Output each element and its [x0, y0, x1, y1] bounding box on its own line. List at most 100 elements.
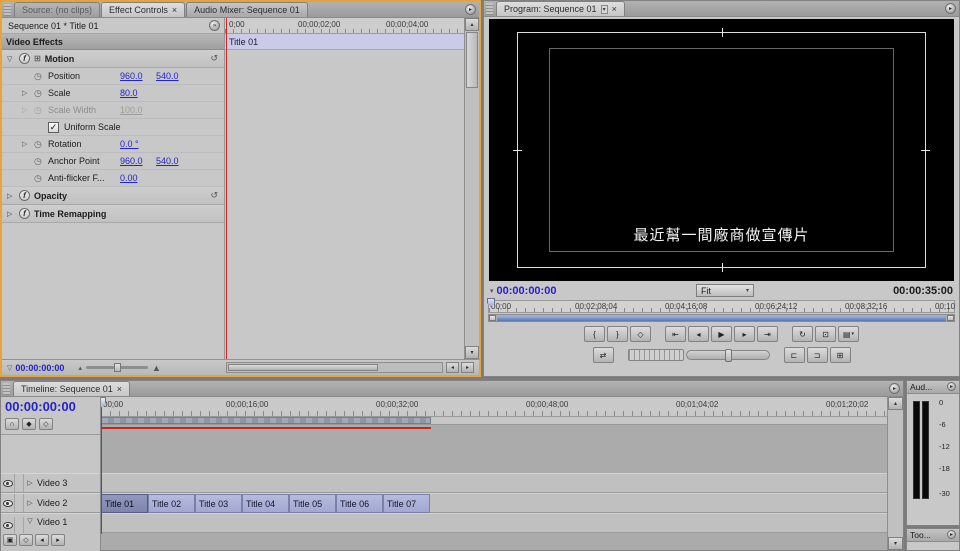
step-back-button[interactable]: ◂ — [688, 326, 709, 342]
timeline-clip[interactable]: Title 01 — [101, 494, 148, 513]
rotation-value[interactable]: 0.0 ° — [120, 139, 148, 149]
show-hide-timeline-view-button[interactable]: » — [209, 20, 220, 31]
track-lane-video1[interactable] — [101, 513, 887, 533]
audio-meters-tab[interactable]: Aud... ▸ — [907, 381, 959, 394]
timeline-clip[interactable]: Title 05 — [289, 494, 336, 513]
effect-enabled-icon[interactable]: f — [19, 53, 30, 64]
timeline-clip[interactable]: Title 02 — [148, 494, 195, 513]
play-button[interactable]: ▶ — [711, 326, 732, 342]
toggle-animation-icon[interactable]: ◷ — [34, 71, 48, 82]
prev-keyframe-button[interactable]: ◂ — [35, 534, 49, 546]
loop-button[interactable]: ↻ — [792, 326, 813, 342]
collapse-track-icon[interactable]: ▽ — [24, 517, 36, 525]
track-lock-toggle[interactable] — [15, 494, 24, 512]
effect-controls-vertical-scrollbar[interactable]: ▴ ▾ — [464, 18, 479, 359]
set-marker-button[interactable]: ◇ — [630, 326, 651, 342]
viewing-area-right-handle[interactable] — [947, 315, 954, 321]
shuttle-thumb[interactable] — [725, 349, 732, 362]
anti-flicker-value[interactable]: 0.00 — [120, 173, 148, 183]
expand-icon[interactable]: ▷ — [22, 89, 34, 97]
show-keyframes-button[interactable]: ◇ — [19, 534, 33, 546]
motion-effect-row[interactable]: ▽ f ⊞ Motion ↺ — [2, 50, 224, 68]
track-name[interactable]: Video 3 — [37, 478, 67, 488]
track-name[interactable]: Video 2 — [37, 498, 67, 508]
timeline-clip[interactable]: Title 07 — [383, 494, 430, 513]
timecode-disclosure-icon[interactable]: ▽ — [7, 364, 12, 372]
play-in-to-out-button[interactable]: ⇄ — [593, 347, 614, 363]
program-current-timecode[interactable]: 00:00:00:00 — [497, 285, 557, 297]
mini-timeline-horizontal-scrollbar[interactable] — [226, 362, 443, 373]
effect-enabled-icon[interactable]: f — [19, 208, 30, 219]
set-marker-button[interactable]: ◇ — [39, 418, 53, 430]
collapse-icon[interactable]: ▽ — [7, 55, 19, 63]
zoom-slider[interactable] — [86, 366, 148, 369]
program-viewing-area-bar[interactable] — [488, 314, 955, 322]
tab-effect-controls[interactable]: Effect Controls × — [101, 2, 185, 17]
set-chapter-marker-button[interactable]: ◆ — [22, 418, 36, 430]
next-keyframe-button[interactable]: ▸ — [51, 534, 65, 546]
scroll-down-button[interactable]: ▾ — [465, 346, 479, 359]
toggle-animation-icon[interactable]: ◷ — [34, 156, 48, 167]
timeline-clip[interactable]: Title 06 — [336, 494, 383, 513]
program-time-ruler[interactable]: 00;00 00;02;08;04 00;04;16;08 00;06;24;1… — [488, 300, 955, 313]
position-y-value[interactable]: 540.0 — [156, 71, 184, 81]
reset-icon[interactable]: ↺ — [210, 53, 218, 64]
effect-enabled-icon[interactable]: f — [19, 190, 30, 201]
timeline-vertical-scrollbar[interactable]: ▴ ▾ — [887, 397, 903, 550]
track-lane-video3[interactable] — [101, 473, 887, 493]
toggle-track-output-button[interactable] — [1, 517, 15, 533]
toggle-animation-icon[interactable]: ◷ — [34, 88, 48, 99]
work-area-segment[interactable] — [101, 417, 431, 424]
timeline-clip[interactable]: Title 04 — [242, 494, 289, 513]
opacity-effect-row[interactable]: ▷ f Opacity ↺ — [2, 187, 224, 205]
toggle-animation-icon[interactable]: ◷ — [34, 173, 48, 184]
time-remapping-effect-row[interactable]: ▷ f Time Remapping — [2, 205, 224, 223]
trim-button[interactable]: ⊞ — [830, 347, 851, 363]
anchor-x-value[interactable]: 960.0 — [120, 156, 148, 166]
mini-timeline-ruler[interactable]: 0;00 00;00;02;00 00;00;04;00 — [225, 18, 464, 34]
toggle-animation-icon[interactable]: ◷ — [34, 139, 48, 150]
close-icon[interactable]: × — [612, 5, 617, 14]
work-area-bar[interactable] — [101, 417, 887, 425]
lift-button[interactable]: ⊏ — [784, 347, 805, 363]
track-lane-video2[interactable]: Title 01 Title 02 Title 03 Title 04 Titl… — [101, 493, 887, 513]
safe-margins-button[interactable]: ⊡ — [815, 326, 836, 342]
track-lock-toggle[interactable] — [15, 474, 24, 492]
viewing-area-fill[interactable] — [497, 316, 946, 321]
snap-button[interactable]: ∩ — [5, 418, 19, 430]
panel-drag-handle[interactable] — [4, 4, 11, 16]
step-forward-button[interactable]: ▸ — [734, 326, 755, 342]
scrollbar-thumb[interactable] — [466, 32, 478, 88]
go-to-out-button[interactable]: ⇥ — [757, 326, 778, 342]
track-lock-toggle[interactable] — [15, 517, 24, 533]
expand-track-icon[interactable]: ▷ — [24, 499, 36, 507]
panel-drag-handle[interactable] — [486, 3, 493, 15]
current-time-indicator[interactable] — [226, 18, 227, 359]
go-to-in-button[interactable]: ⇤ — [665, 326, 686, 342]
panel-menu-icon[interactable]: ▸ — [947, 530, 956, 539]
panel-drag-handle[interactable] — [3, 383, 10, 395]
set-display-style-button[interactable]: ▣ — [3, 534, 17, 546]
anchor-y-value[interactable]: 540.0 — [156, 156, 184, 166]
scroll-down-button[interactable]: ▾ — [888, 537, 903, 550]
close-icon[interactable]: × — [172, 6, 177, 15]
uniform-scale-checkbox[interactable]: ✓ — [48, 122, 59, 133]
shuttle-control[interactable] — [686, 350, 770, 360]
viewing-area-left-handle[interactable] — [489, 315, 496, 321]
timeline-ruler[interactable]: 00;00 00;00;16;00 00;00;32;00 00;00;48;0… — [101, 397, 887, 417]
expand-icon[interactable]: ▷ — [7, 192, 19, 200]
expand-track-icon[interactable]: ▷ — [24, 479, 36, 487]
timeline-clip[interactable]: Title 03 — [195, 494, 242, 513]
close-icon[interactable]: × — [117, 385, 122, 394]
tools-tab[interactable]: Too... ▸ — [907, 529, 959, 542]
scale-value[interactable]: 80.0 — [120, 88, 148, 98]
sequence-dropdown-icon[interactable]: ▾ — [601, 5, 608, 14]
scroll-up-button[interactable]: ▴ — [465, 18, 479, 31]
timeline-current-time-indicator[interactable] — [101, 397, 102, 534]
scrollbar-thumb[interactable] — [228, 364, 378, 371]
set-in-button[interactable]: { — [584, 326, 605, 342]
jog-control[interactable] — [628, 349, 684, 361]
toggle-track-output-button[interactable] — [1, 474, 15, 492]
panel-menu-icon[interactable]: ▸ — [945, 3, 956, 14]
position-x-value[interactable]: 960.0 — [120, 71, 148, 81]
